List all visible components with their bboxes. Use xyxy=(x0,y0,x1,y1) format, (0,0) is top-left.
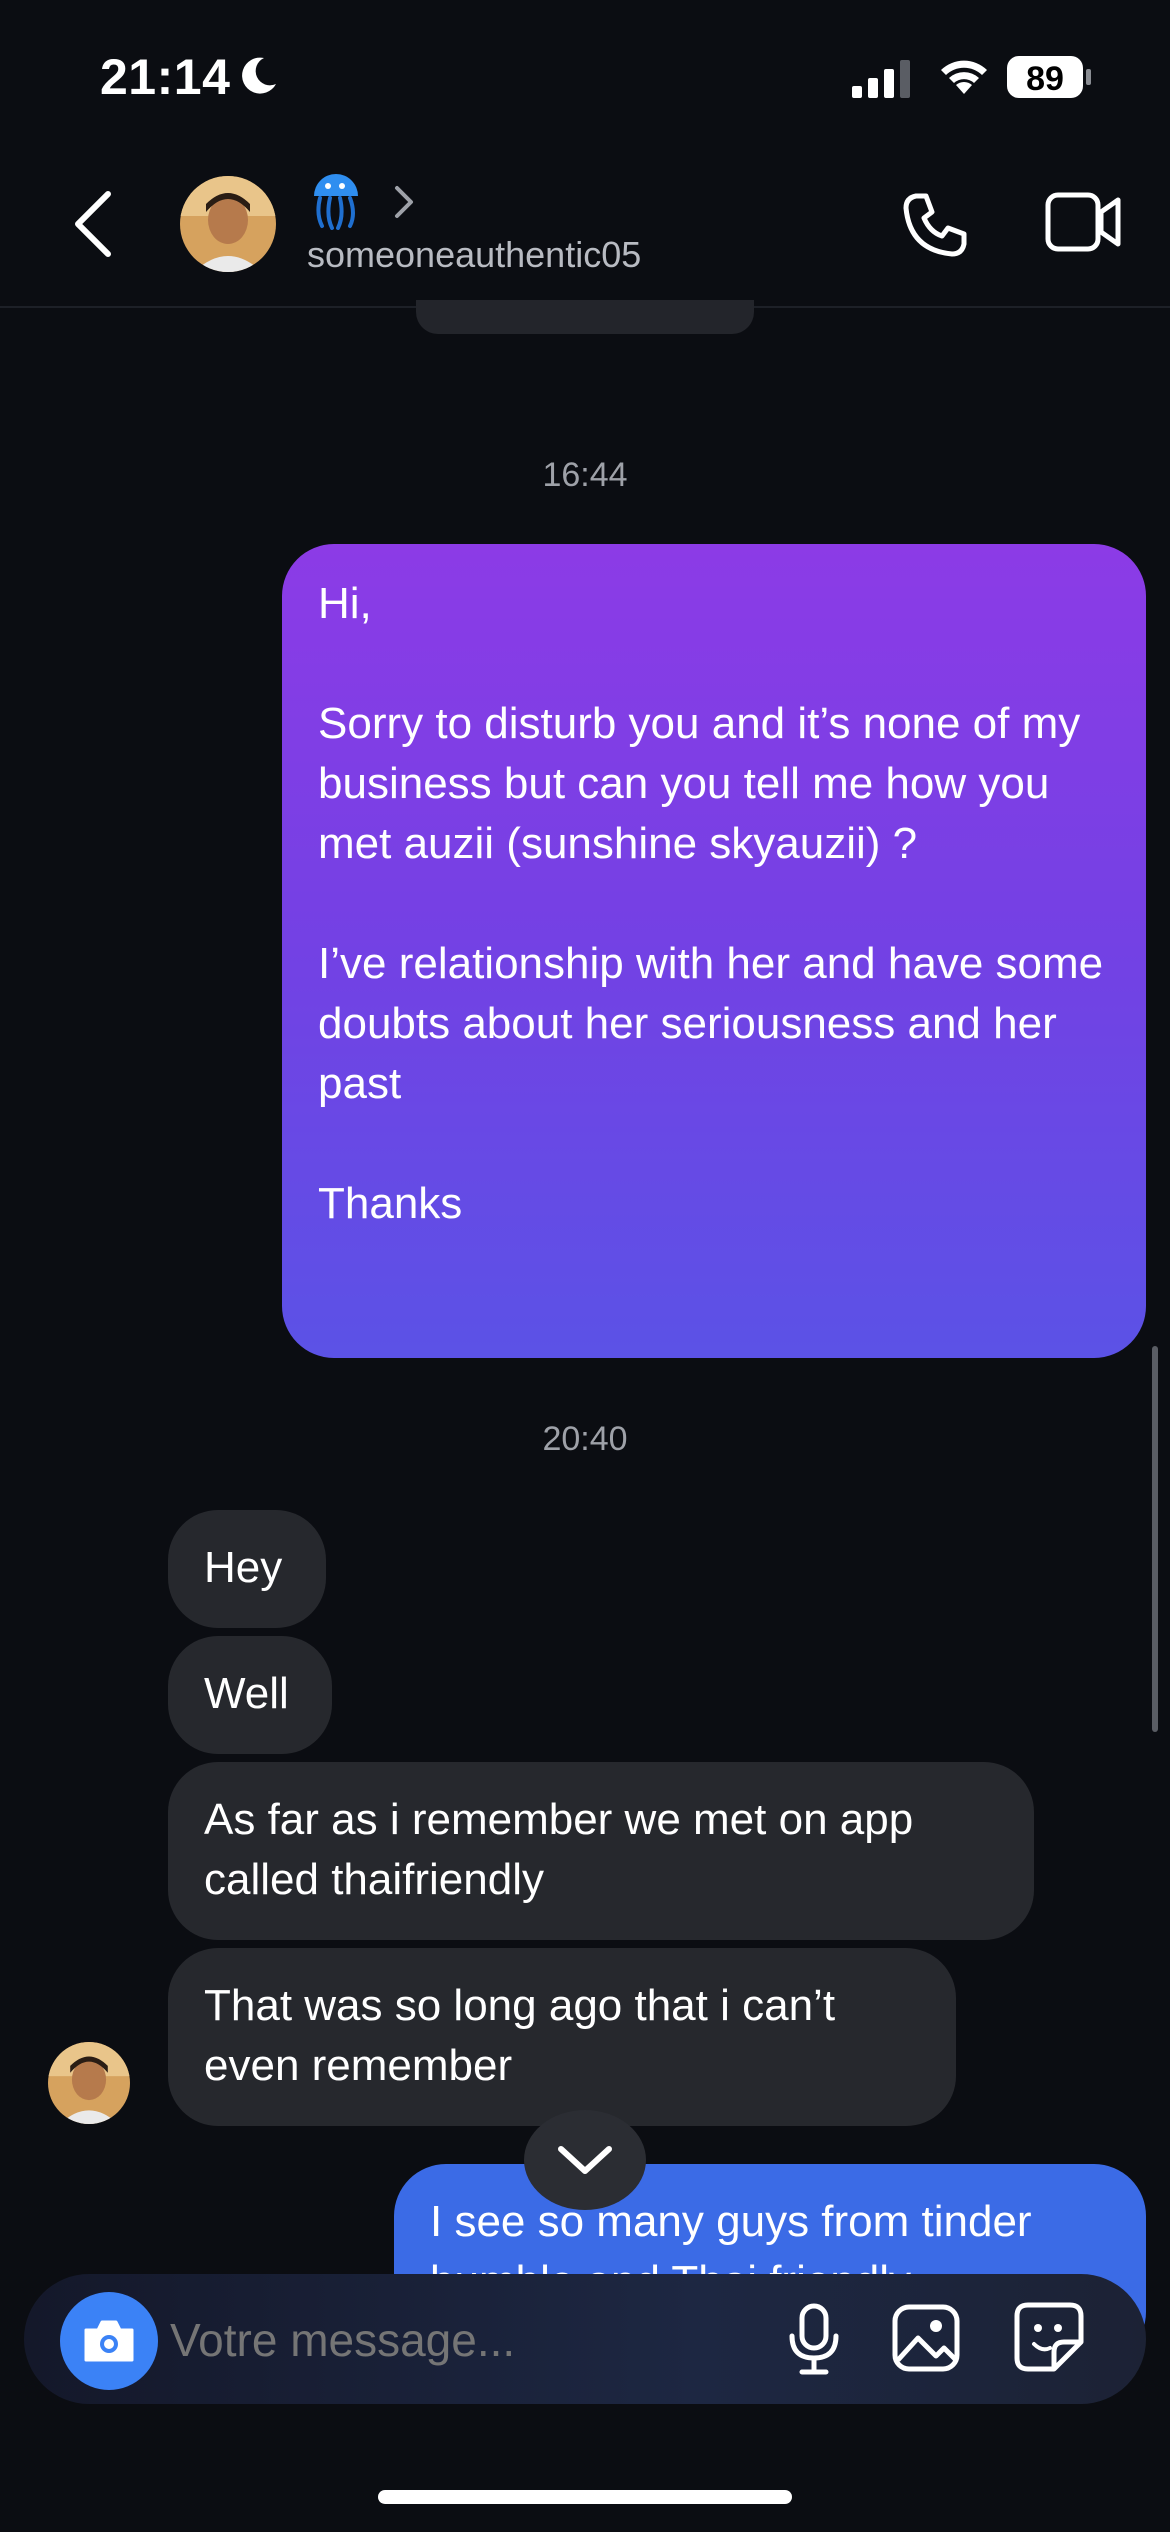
message-input[interactable] xyxy=(168,2312,732,2368)
battery-level: 89 xyxy=(1026,60,1064,98)
scrollbar[interactable] xyxy=(1152,1346,1158,1732)
message-composer xyxy=(24,2274,1146,2404)
sent-message-bubble[interactable]: Hi, Sorry to disturb you and it’s none o… xyxy=(282,544,1146,1358)
camera-icon xyxy=(84,2320,134,2362)
scroll-to-bottom-button[interactable] xyxy=(524,2110,646,2210)
received-message-bubble[interactable]: As far as i remember we met on app calle… xyxy=(168,1762,1034,1940)
message-text: Well xyxy=(204,1669,289,1718)
sticker-icon[interactable] xyxy=(1014,2302,1084,2372)
message-line: I’ve relationship with her and have some… xyxy=(318,939,1104,1108)
chevron-down-icon xyxy=(558,2146,612,2174)
message-text: As far as i remember we met on app calle… xyxy=(204,1795,914,1904)
back-arrow-icon[interactable] xyxy=(70,190,116,258)
phone-icon[interactable] xyxy=(900,190,970,260)
message-line: Hi, xyxy=(318,579,372,628)
previous-message-edge xyxy=(416,300,754,334)
microphone-icon[interactable] xyxy=(786,2302,842,2378)
video-camera-icon[interactable] xyxy=(1045,190,1121,254)
message-line: Thanks xyxy=(318,1179,463,1228)
jellyfish-emoji-icon xyxy=(314,174,358,230)
status-time: 21:14 xyxy=(100,49,231,105)
wifi-icon xyxy=(941,60,987,94)
contact-username[interactable]: someoneauthentic05 xyxy=(307,234,641,276)
camera-button[interactable] xyxy=(60,2292,158,2390)
sender-avatar[interactable] xyxy=(48,2042,130,2124)
received-message-bubble[interactable]: Well xyxy=(168,1636,332,1754)
chevron-right-icon[interactable] xyxy=(392,184,416,220)
message-text: That was so long ago that i can’t even r… xyxy=(204,1981,836,2090)
moon-icon xyxy=(242,57,276,94)
timestamp: 16:44 xyxy=(542,456,628,494)
received-message-bubble[interactable]: Hey xyxy=(168,1510,326,1628)
message-line: Sorry to disturb you and it’s none of my… xyxy=(318,699,1081,868)
signal-icon xyxy=(852,60,910,98)
message-text: Hey xyxy=(204,1543,283,1592)
home-indicator[interactable] xyxy=(378,2490,792,2504)
timestamp: 20:40 xyxy=(542,1420,628,1458)
contact-avatar[interactable] xyxy=(180,176,276,272)
received-message-bubble[interactable]: That was so long ago that i can’t even r… xyxy=(168,1948,956,2126)
gallery-icon[interactable] xyxy=(892,2304,960,2372)
